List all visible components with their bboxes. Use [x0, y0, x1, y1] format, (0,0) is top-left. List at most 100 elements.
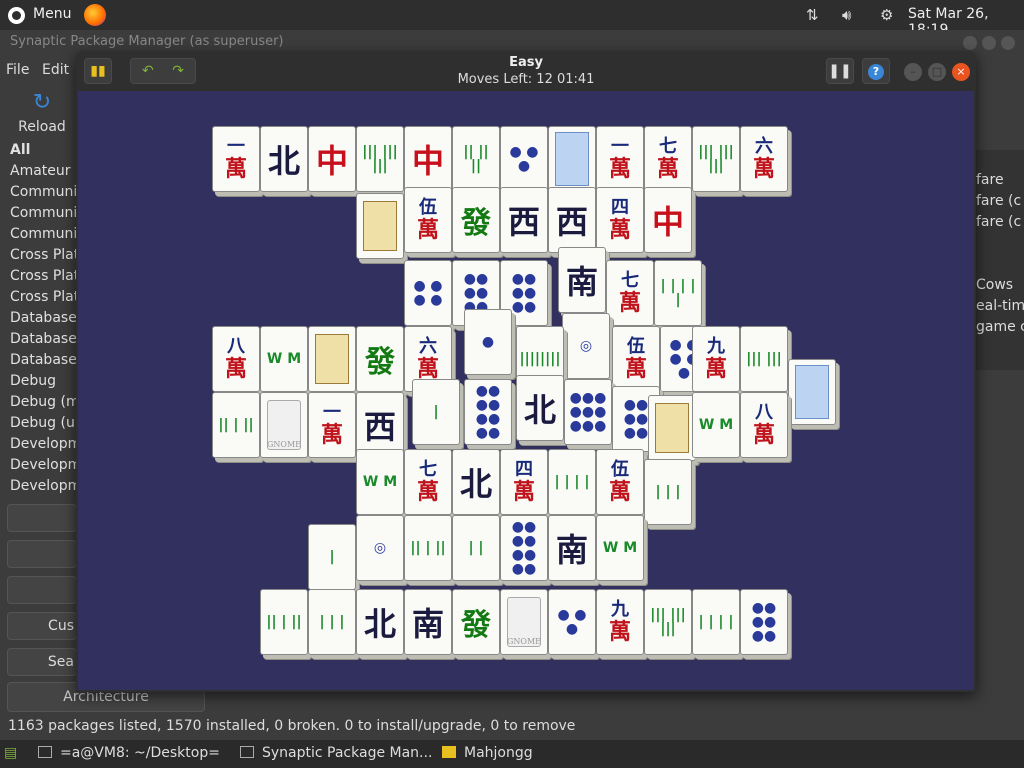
task-synaptic[interactable]: Synaptic Package Man...: [240, 745, 432, 761]
filter-button-origin[interactable]: [7, 576, 77, 604]
package-row[interactable]: fare (c: [976, 193, 1021, 209]
mahjong-tile[interactable]: ●: [464, 309, 512, 375]
category-item[interactable]: Communic: [6, 182, 76, 203]
mahjong-tile[interactable]: 中: [404, 126, 452, 192]
menu-edit[interactable]: Edit: [42, 62, 69, 78]
mahjong-tile[interactable]: | | |: [644, 459, 692, 525]
mahjong-tile[interactable]: 伍萬: [404, 187, 452, 253]
help-icon[interactable]: ?: [862, 58, 890, 84]
firefox-icon[interactable]: [84, 4, 106, 26]
mahjong-tile[interactable]: 九萬: [596, 589, 644, 655]
mahjong-tile[interactable]: ● ● ● ●: [404, 260, 452, 326]
mahjong-tile[interactable]: 西: [500, 187, 548, 253]
package-row[interactable]: game c: [976, 319, 1024, 335]
mahjong-tile[interactable]: ● ● ●: [500, 126, 548, 192]
mahjong-tile[interactable]: ●● ●● ●●: [740, 589, 788, 655]
mahjong-tile[interactable]: ◎: [356, 515, 404, 581]
close-icon[interactable]: [1001, 36, 1015, 50]
mahjong-tile[interactable]: 八萬: [740, 392, 788, 458]
settings-icon[interactable]: ⚙: [880, 6, 893, 24]
package-row[interactable]: fare (c: [976, 214, 1021, 230]
category-item[interactable]: Databases: [6, 329, 76, 350]
ubuntu-logo-icon[interactable]: [8, 7, 25, 24]
filter-button-search[interactable]: Sea: [7, 648, 77, 676]
menu-file[interactable]: File: [6, 62, 29, 78]
mahjong-tile[interactable]: ||| ||| |||: [356, 126, 404, 192]
category-item[interactable]: Debug (m: [6, 392, 76, 413]
mahjong-tile[interactable]: || | ||: [404, 515, 452, 581]
network-icon[interactable]: ⇅: [806, 6, 819, 24]
pause-icon[interactable]: ❚❚: [826, 58, 854, 84]
mahjong-tile[interactable]: 一萬: [596, 126, 644, 192]
mahjong-tile[interactable]: || | ||: [212, 392, 260, 458]
filter-button-status[interactable]: [7, 540, 77, 568]
minimize-icon[interactable]: [963, 36, 977, 50]
mahjong-tile[interactable]: 中: [308, 126, 356, 192]
package-row[interactable]: eal-tim: [976, 298, 1024, 314]
mahjong-tile[interactable]: W M: [356, 449, 404, 515]
volume-icon[interactable]: 🔊︎: [842, 6, 851, 24]
category-item[interactable]: Communic: [6, 224, 76, 245]
mahjong-tile[interactable]: 南: [404, 589, 452, 655]
maximize-icon[interactable]: □: [928, 63, 946, 81]
mahjong-tile[interactable]: 西: [548, 187, 596, 253]
mahjong-tile[interactable]: 南: [548, 515, 596, 581]
maximize-icon[interactable]: [982, 36, 996, 50]
filter-button-sections[interactable]: [7, 504, 77, 532]
mahjong-tile[interactable]: 四萬: [596, 187, 644, 253]
mahjong-tile[interactable]: 北: [356, 589, 404, 655]
close-icon[interactable]: ×: [952, 63, 970, 81]
filter-button-custom[interactable]: Cus: [7, 612, 77, 640]
mahjong-tile[interactable]: 北: [452, 449, 500, 515]
category-item[interactable]: Cross Plat: [6, 245, 76, 266]
mahjong-tile[interactable]: ● ● ●: [548, 589, 596, 655]
mahjong-tile[interactable]: 北: [516, 375, 564, 441]
mahjong-tile[interactable]: 伍萬: [596, 449, 644, 515]
category-item[interactable]: Developm: [6, 455, 76, 476]
mahjong-tile[interactable]: 一萬: [212, 126, 260, 192]
mahjong-tile[interactable]: ◎: [562, 313, 610, 379]
mahjong-tile[interactable]: GNOME: [500, 589, 548, 655]
reload-button[interactable]: ↻ Reload: [18, 90, 66, 135]
mahjong-tile[interactable]: 七萬: [644, 126, 692, 192]
mahjong-tile[interactable]: | | | |: [548, 449, 596, 515]
mahjong-tile[interactable]: 八萬: [212, 326, 260, 392]
show-desktop-icon[interactable]: ▤: [4, 745, 17, 761]
game-board[interactable]: 一萬北中 ||| ||| ||| 中 || || || ● ● ● 一萬七萬 ||| |||…: [78, 91, 974, 690]
mahjong-tile[interactable]: W M: [260, 326, 308, 392]
category-item[interactable]: All: [6, 140, 76, 161]
mahjong-tile[interactable]: 一萬: [308, 392, 356, 458]
mahjong-tile[interactable]: 中: [644, 187, 692, 253]
category-item[interactable]: Databases: [6, 308, 76, 329]
category-item[interactable]: Cross Plat: [6, 287, 76, 308]
mahjong-tile[interactable]: 七萬: [404, 449, 452, 515]
mahjong-tile[interactable]: || || ||: [452, 126, 500, 192]
mahjong-tile[interactable]: ●● ●● ●● ●●: [464, 379, 512, 445]
mahjong-tile[interactable]: ●●● ●●● ●●●: [564, 379, 612, 445]
task-terminal[interactable]: =a@VM8: ~/Desktop=: [38, 745, 220, 761]
mahjong-tile[interactable]: | | | |: [692, 589, 740, 655]
category-item[interactable]: Cross Plat: [6, 266, 76, 287]
task-mahjongg[interactable]: Mahjongg: [442, 745, 533, 761]
package-row[interactable]: Cows: [976, 277, 1013, 293]
mahjong-tile[interactable]: 南: [558, 247, 606, 313]
mahjong-tile[interactable]: ||| ||| |||: [644, 589, 692, 655]
mahjong-tile[interactable]: | | |: [308, 589, 356, 655]
mahjong-tile[interactable]: | |: [452, 515, 500, 581]
mahjong-tile[interactable]: 發: [356, 326, 404, 392]
mahjong-tile[interactable]: 九萬: [692, 326, 740, 392]
mahjong-tile[interactable]: 四萬: [500, 449, 548, 515]
category-item[interactable]: Debug: [6, 371, 76, 392]
mahjong-tile[interactable]: 發: [452, 187, 500, 253]
mahjong-tile[interactable]: [788, 359, 836, 425]
mahjong-tile[interactable]: W M: [692, 392, 740, 458]
mahjong-tile[interactable]: 發: [452, 589, 500, 655]
package-row[interactable]: fare: [976, 172, 1004, 188]
category-item[interactable]: Databases: [6, 350, 76, 371]
mahjong-tile[interactable]: GNOME: [260, 392, 308, 458]
mahjong-tile[interactable]: |: [308, 524, 356, 590]
mahjong-tile[interactable]: 七萬: [606, 260, 654, 326]
mahjong-tile[interactable]: [548, 126, 596, 192]
mahjong-tile[interactable]: W M: [596, 515, 644, 581]
mahjong-tile[interactable]: 六萬: [740, 126, 788, 192]
